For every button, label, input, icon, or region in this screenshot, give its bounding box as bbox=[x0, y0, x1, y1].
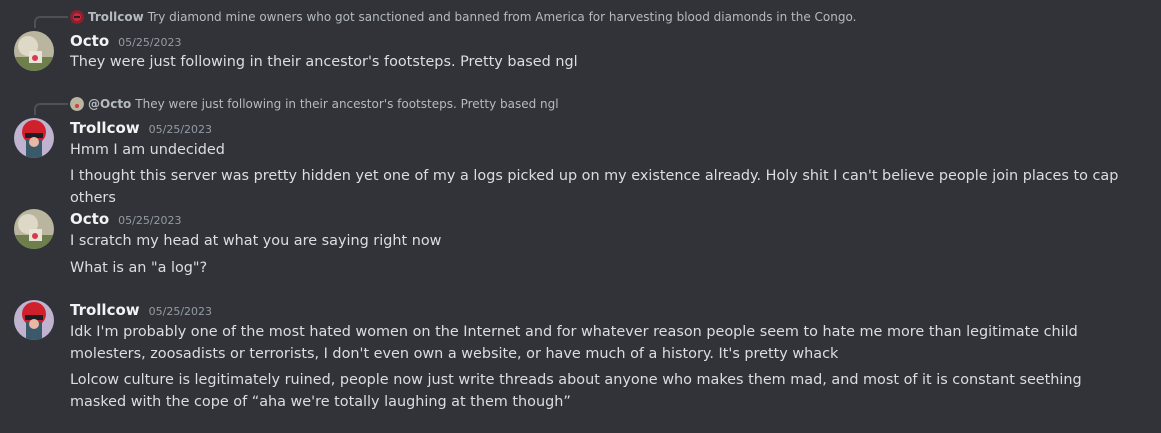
avatar-icon bbox=[70, 10, 84, 24]
message-text: Idk I'm probably one of the most hated w… bbox=[70, 324, 1078, 362]
message-text: I thought this server was pretty hidden … bbox=[70, 168, 1119, 206]
avatar[interactable] bbox=[14, 300, 54, 340]
reply-author[interactable]: @Octo bbox=[88, 97, 131, 111]
message-text: They were just following in their ancest… bbox=[70, 54, 578, 70]
reply-author[interactable]: Trollcow bbox=[88, 10, 144, 24]
author-name[interactable]: Trollcow bbox=[70, 119, 140, 137]
avatar[interactable] bbox=[14, 118, 54, 158]
avatar-icon bbox=[70, 97, 84, 111]
avatar-icon bbox=[14, 31, 54, 71]
timestamp[interactable]: 05/25/2023 bbox=[149, 123, 212, 136]
timestamp[interactable]: 05/25/2023 bbox=[149, 305, 212, 318]
message-text: What is an "a log"? bbox=[70, 260, 208, 276]
reply-preview[interactable]: Trollcow Try diamond mine owners who got… bbox=[70, 9, 856, 25]
message-text: Hmm I am undecided bbox=[70, 142, 225, 158]
avatar-icon bbox=[14, 300, 54, 340]
reply-connector bbox=[34, 16, 68, 28]
avatar-icon bbox=[14, 209, 54, 249]
message-text: Lolcow culture is legitimately ruined, p… bbox=[70, 372, 1082, 410]
author-name[interactable]: Trollcow bbox=[70, 301, 140, 319]
timestamp[interactable]: 05/25/2023 bbox=[118, 36, 181, 49]
reply-connector bbox=[34, 103, 68, 115]
reply-text[interactable]: Try diamond mine owners who got sanction… bbox=[148, 10, 857, 24]
author-name[interactable]: Octo bbox=[70, 210, 109, 228]
avatar[interactable] bbox=[14, 209, 54, 249]
reply-preview[interactable]: @Octo They were just following in their … bbox=[70, 96, 559, 112]
reply-text[interactable]: They were just following in their ancest… bbox=[135, 97, 558, 111]
avatar-icon bbox=[14, 118, 54, 158]
timestamp[interactable]: 05/25/2023 bbox=[118, 214, 181, 227]
author-name[interactable]: Octo bbox=[70, 32, 109, 50]
avatar[interactable] bbox=[14, 31, 54, 71]
message-text: I scratch my head at what you are saying… bbox=[70, 233, 442, 249]
